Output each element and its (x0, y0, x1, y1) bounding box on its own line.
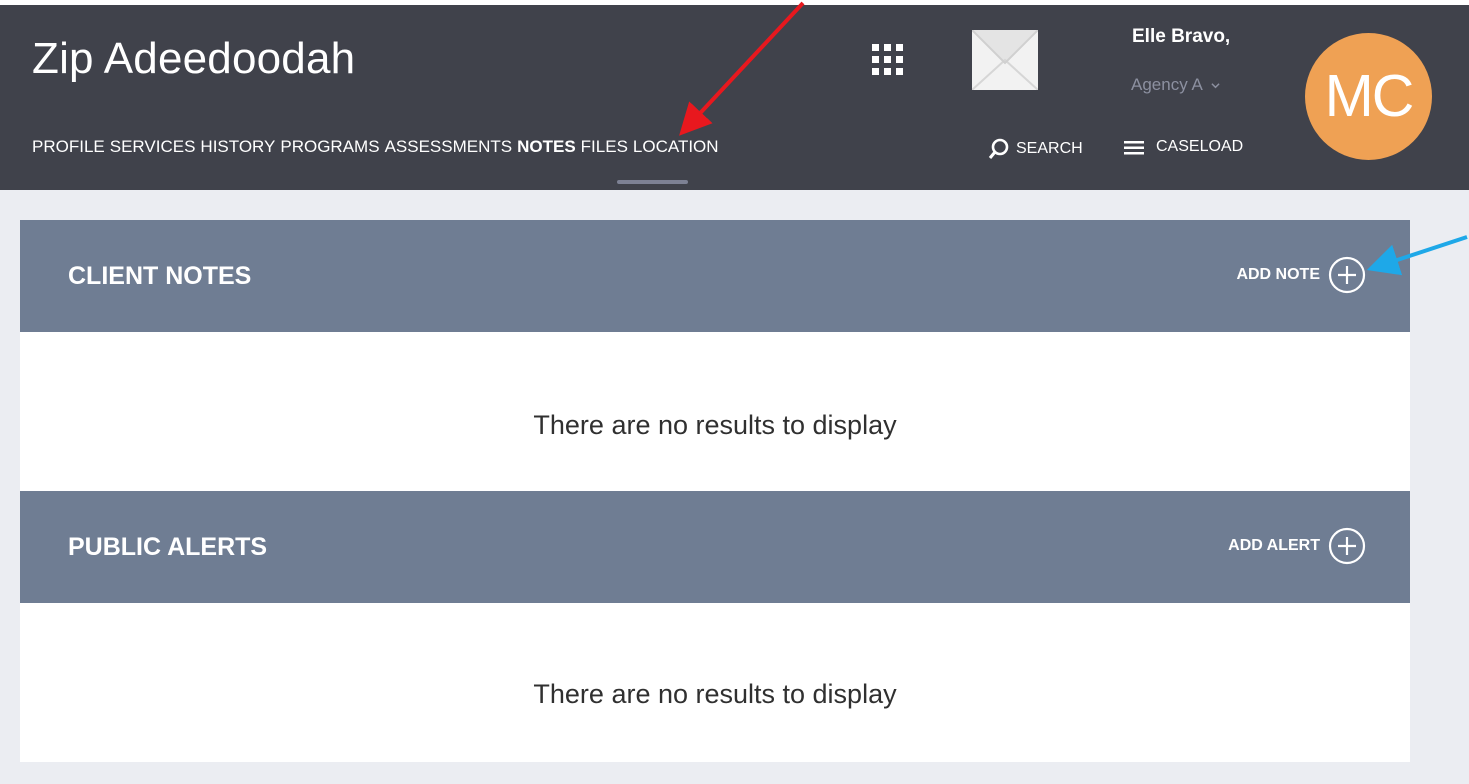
agency-label: Agency A (1131, 75, 1202, 94)
tab-location[interactable]: LOCATION (633, 137, 719, 157)
add-alert-button[interactable]: ADD ALERT (1228, 527, 1366, 565)
client-notes-body: There are no results to display (20, 332, 1410, 491)
tab-history[interactable]: HISTORY (200, 137, 275, 157)
active-tab-indicator (617, 180, 688, 184)
public-alerts-empty-message: There are no results to display (533, 679, 897, 709)
menu-icon (1124, 141, 1144, 155)
client-tabs: PROFILE SERVICES HISTORY PROGRAMS ASSESS… (32, 137, 724, 157)
search-button[interactable]: SEARCH (988, 138, 1083, 160)
client-notes-title: CLIENT NOTES (68, 262, 252, 290)
tab-programs[interactable]: PROGRAMS (280, 137, 379, 157)
public-alerts-header: PUBLIC ALERTS ADD ALERT (20, 491, 1410, 603)
apps-grid-icon[interactable] (872, 44, 904, 76)
tab-services[interactable]: SERVICES (110, 137, 196, 157)
add-note-button[interactable]: ADD NOTE (1236, 256, 1366, 294)
search-label: SEARCH (1016, 140, 1083, 157)
mail-icon[interactable] (971, 29, 1039, 91)
public-alerts-body: There are no results to display (20, 603, 1410, 762)
agency-selector[interactable]: Agency A (1131, 75, 1220, 95)
chevron-down-icon (1211, 83, 1220, 89)
plus-circle-icon (1328, 527, 1366, 565)
search-icon (988, 138, 1009, 159)
top-strip (0, 0, 1469, 5)
avatar[interactable]: MC (1305, 33, 1432, 160)
tab-profile[interactable]: PROFILE (32, 137, 105, 157)
public-alerts-title: PUBLIC ALERTS (68, 533, 268, 561)
caseload-label: CASELOAD (1156, 138, 1244, 155)
add-alert-label: ADD ALERT (1228, 537, 1320, 554)
tab-assessments[interactable]: ASSESSMENTS (385, 137, 513, 157)
tab-notes[interactable]: NOTES (517, 137, 576, 157)
add-note-label: ADD NOTE (1236, 266, 1320, 283)
user-name: Elle Bravo, (1132, 26, 1231, 47)
app-header: Zip Adeedoodah PROFILE SERVICES HISTORY … (0, 0, 1469, 190)
client-notes-header: CLIENT NOTES ADD NOTE (20, 220, 1410, 332)
plus-circle-icon (1328, 256, 1366, 294)
client-name: Zip Adeedoodah (32, 34, 356, 83)
client-notes-empty-message: There are no results to display (533, 410, 897, 440)
tab-files[interactable]: FILES (581, 137, 628, 157)
caseload-button[interactable]: CASELOAD (1124, 138, 1243, 156)
